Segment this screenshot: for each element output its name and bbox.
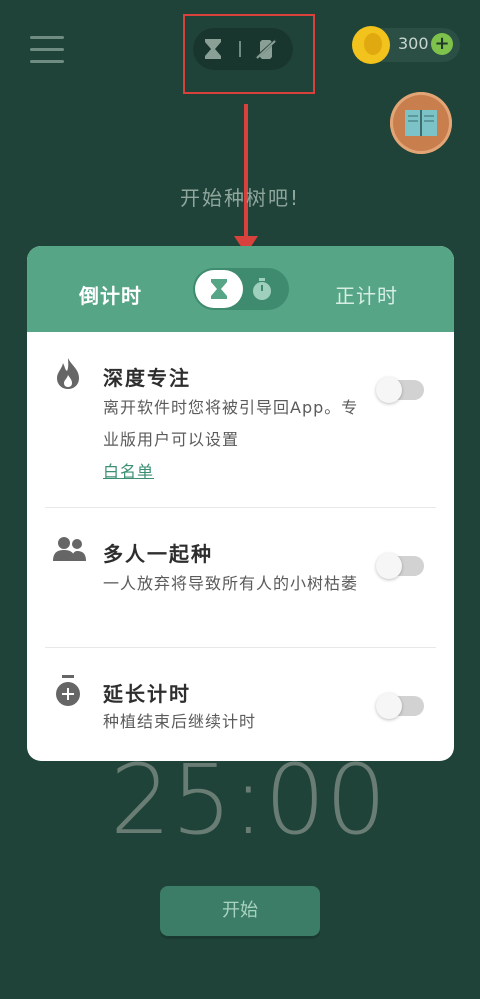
- switch-knob: [376, 553, 402, 579]
- deep-focus-title: 深度专注: [103, 366, 191, 390]
- book-icon: [405, 110, 437, 136]
- switch-knob: [376, 377, 402, 403]
- menu-icon[interactable]: [30, 36, 64, 64]
- book-button[interactable]: [390, 92, 452, 154]
- whitelist-link[interactable]: 白名单: [103, 462, 154, 481]
- switch-knob: [376, 693, 402, 719]
- annotation-arrow-line: [244, 104, 248, 244]
- annotation-highlight-box: [183, 14, 315, 94]
- flame-icon: [57, 358, 79, 389]
- deep-focus-switch[interactable]: [376, 377, 424, 403]
- multiplayer-title: 多人一起种: [103, 542, 213, 566]
- countdown-option[interactable]: [195, 270, 243, 308]
- add-coins-button[interactable]: +: [431, 33, 453, 55]
- extend-timer-row: 延长计时 种植结束后继续计时: [27, 648, 454, 761]
- timer-mode-dialog: 倒计时 正计时 深度专注 离开软件时您将被引导回App。专业版用户可以设置 白名单: [27, 246, 454, 761]
- multiplayer-description: 一人放弃将导致所有人的小树枯萎: [103, 574, 359, 593]
- people-icon: [53, 537, 86, 561]
- extend-timer-switch[interactable]: [376, 693, 424, 719]
- multiplayer-row: 多人一起种 一人放弃将导致所有人的小树枯萎: [27, 508, 454, 648]
- deep-focus-description: 离开软件时您将被引导回App。专业版用户可以设置 白名单: [103, 398, 359, 481]
- extend-timer-description: 种植结束后继续计时: [103, 712, 257, 731]
- extend-timer-title: 延长计时: [103, 682, 191, 706]
- stopwatch-plus-icon: [56, 675, 80, 706]
- hourglass-icon: [211, 279, 227, 299]
- stopwatch-icon[interactable]: [249, 276, 275, 302]
- timer-display: 25:00: [110, 744, 387, 856]
- coin-count: 300: [398, 34, 429, 53]
- tab-countdown[interactable]: 倒计时: [79, 280, 142, 309]
- coin-icon: [352, 26, 390, 64]
- dialog-header: 倒计时 正计时: [27, 246, 454, 332]
- deep-focus-row: 深度专注 离开软件时您将被引导回App。专业版用户可以设置 白名单: [27, 332, 454, 508]
- multiplayer-switch[interactable]: [376, 553, 424, 579]
- start-button[interactable]: 开始: [160, 886, 320, 936]
- plant-prompt: 开始种树吧!: [179, 186, 301, 210]
- tab-countup[interactable]: 正计时: [335, 280, 398, 309]
